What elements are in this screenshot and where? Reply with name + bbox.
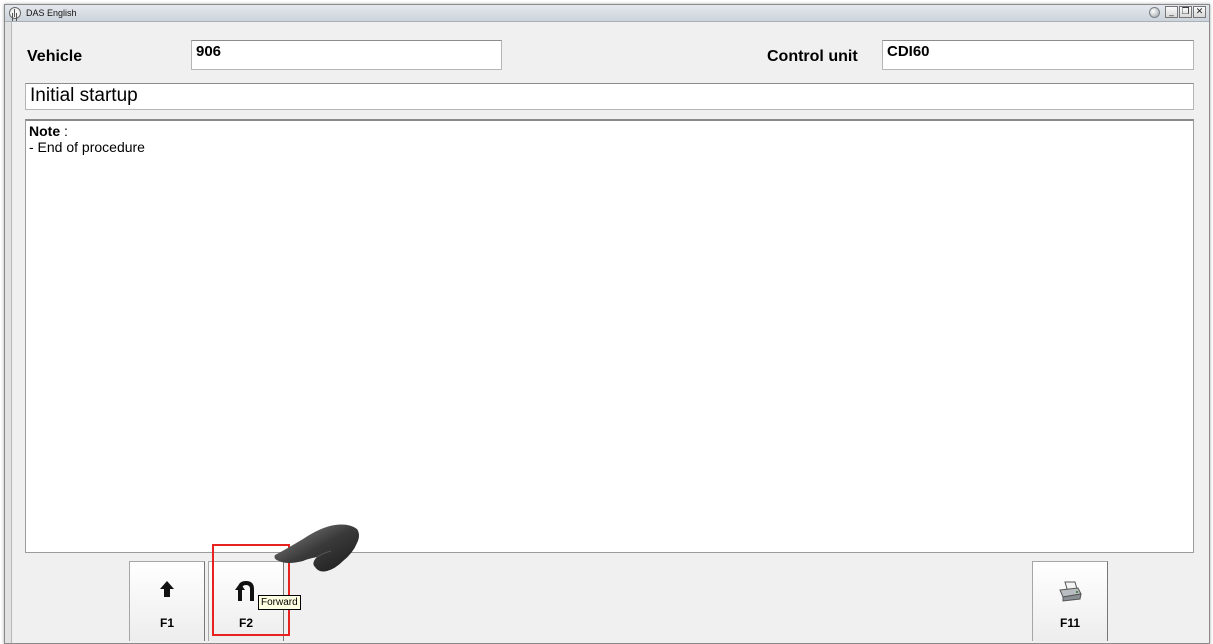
note-line: - End of procedure xyxy=(29,139,145,155)
note-separator: : xyxy=(60,123,68,139)
f1-button[interactable]: F1 xyxy=(129,561,205,641)
forward-tooltip: Forward xyxy=(258,595,301,610)
note-panel: Note : - End of procedure xyxy=(25,119,1194,553)
f11-button[interactable]: F11 xyxy=(1032,561,1108,641)
f11-label: F11 xyxy=(1059,616,1080,630)
control-unit-label: Control unit xyxy=(767,48,858,65)
help-icon[interactable] xyxy=(1149,6,1160,18)
mercedes-logo-icon xyxy=(9,7,21,19)
up-arrow-icon xyxy=(159,580,175,603)
restore-button[interactable]: ❐ xyxy=(1179,6,1192,18)
close-button[interactable]: ✕ xyxy=(1193,6,1206,18)
window-controls: _ ❐ ✕ xyxy=(1149,6,1206,18)
das-window: DAS English _ ❐ ✕ Vehicle 906 Control un… xyxy=(4,4,1210,644)
f1-label: F1 xyxy=(159,616,174,630)
minimize-button[interactable]: _ xyxy=(1165,6,1178,18)
procedure-title: Initial startup xyxy=(25,83,1194,110)
left-frame xyxy=(5,22,12,643)
title-bar: DAS English _ ❐ ✕ xyxy=(5,5,1209,22)
pointing-hand-icon xyxy=(273,517,363,582)
window-title: DAS English xyxy=(26,8,77,18)
printer-icon xyxy=(1058,580,1082,607)
vehicle-label: Vehicle xyxy=(27,48,83,65)
control-unit-field: CDI60 xyxy=(882,40,1194,70)
vehicle-field: 906 xyxy=(191,40,502,70)
note-header: Note : xyxy=(29,123,1190,139)
note-title: Note xyxy=(29,123,61,139)
